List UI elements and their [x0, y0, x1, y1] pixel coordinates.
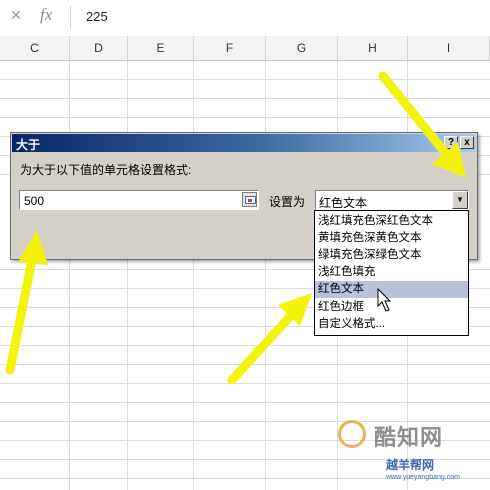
watermark: 酷知网 越羊帮网 www.yueyangbang.com [330, 418, 490, 490]
watermark-url: www.yueyangbang.com [386, 474, 460, 481]
arrow-to-value-input-icon [5, 230, 48, 375]
watermark-site-name: 越羊帮网 [386, 458, 435, 472]
mouse-cursor-icon [377, 287, 392, 312]
arrow-to-red-text-option-icon [227, 293, 312, 385]
watermark-brand: 酷知网 [374, 425, 444, 450]
arrow-to-dropdown-icon [378, 71, 466, 178]
brand-logo-icon [338, 420, 366, 448]
annotation-overlay [5, 71, 466, 385]
